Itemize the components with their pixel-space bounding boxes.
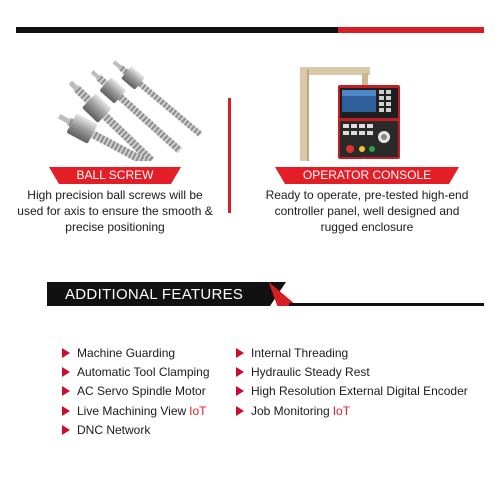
product-ball-screw: BALL SCREW High precision ball screws wi… (0, 55, 230, 235)
triangle-bullet-icon (62, 386, 70, 397)
vertical-divider (228, 98, 231, 213)
features-column-2: Internal Threading Hydraulic Steady Rest… (236, 343, 468, 420)
top-divider-red (338, 27, 484, 33)
ball-screw-image (0, 55, 230, 170)
operator-console-description: Ready to operate, pre-tested high-end co… (265, 188, 469, 234)
triangle-bullet-icon (62, 424, 70, 435)
list-item: Automatic Tool Clamping (62, 362, 210, 381)
list-item: Job Monitoring IoT (236, 401, 468, 420)
triangle-bullet-icon (236, 366, 244, 377)
section-title: ADDITIONAL FEATURES (65, 286, 244, 303)
ball-screw-description: High precision ball screws will be used … (17, 188, 213, 234)
operator-console-image (236, 55, 498, 161)
ball-screw-label: BALL SCREW (48, 167, 182, 184)
list-item: Hydraulic Steady Rest (236, 362, 468, 381)
operator-console-illustration (300, 67, 400, 161)
list-item: Machine Guarding (62, 343, 210, 362)
list-item: Live Machining View IoT (62, 401, 210, 420)
operator-console-label: OPERATOR CONSOLE (274, 167, 460, 184)
triangle-bullet-icon (236, 386, 244, 397)
top-divider (16, 27, 484, 33)
ball-screw-illustration (57, 60, 203, 170)
features-column-1: Machine Guarding Automatic Tool Clamping… (62, 343, 210, 439)
top-divider-black (16, 27, 338, 33)
list-item: DNC Network (62, 420, 210, 439)
triangle-bullet-icon (62, 347, 70, 358)
triangle-bullet-icon (62, 405, 70, 416)
iot-badge: IoT (189, 403, 207, 418)
list-item: Internal Threading (236, 343, 468, 362)
triangle-bullet-icon (236, 347, 244, 358)
triangle-bullet-icon (236, 405, 244, 416)
list-item: High Resolution External Digital Encoder (236, 382, 468, 401)
triangle-bullet-icon (62, 366, 70, 377)
list-item: AC Servo Spindle Motor (62, 382, 210, 401)
header-underline (289, 303, 484, 306)
product-operator-console: OPERATOR CONSOLE Ready to operate, pre-t… (236, 55, 498, 235)
additional-features-header: ADDITIONAL FEATURES (47, 282, 484, 306)
iot-badge: IoT (332, 403, 351, 418)
